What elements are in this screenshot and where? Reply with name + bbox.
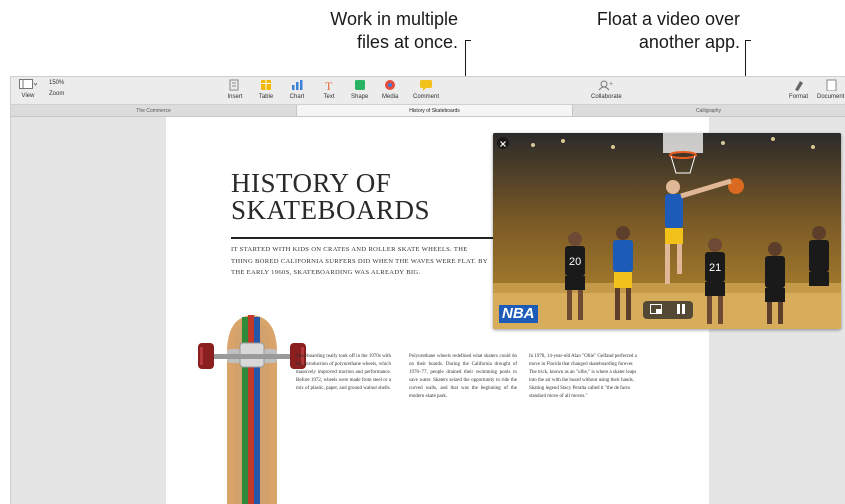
collaborate-button[interactable]: + Collaborate	[591, 79, 622, 100]
callout-line-2: files at once.	[356, 32, 458, 52]
zoom-button[interactable]: 150% Zoom	[49, 79, 64, 97]
chart-label: Chart	[289, 94, 305, 100]
tab-calligraphy[interactable]: Calligraphy	[571, 105, 845, 116]
article-column-2: Polyurethane wheels redefined what skate…	[409, 354, 517, 399]
view-label: View	[21, 93, 35, 99]
toolbar: View 150% Zoom Insert Table Chart T Text…	[11, 77, 845, 105]
comment-label: Comment	[413, 94, 440, 100]
picture-in-picture-video[interactable]: 20 21 NBA	[493, 133, 841, 329]
tab-the-commerce[interactable]: The Commerce	[11, 105, 296, 116]
pip-button[interactable]	[650, 301, 662, 319]
comment-icon	[420, 80, 432, 91]
pause-icon	[677, 304, 685, 314]
chart-icon	[292, 80, 303, 90]
media-label: Media	[382, 94, 399, 100]
title-line-1: HISTORY OF	[231, 168, 392, 198]
page-title: HISTORY OF SKATEBOARDS	[231, 170, 430, 224]
pause-button[interactable]	[676, 301, 686, 319]
zoom-value: 150%	[49, 80, 65, 86]
format-label: Format	[789, 94, 809, 100]
shape-icon	[354, 80, 365, 90]
format-button[interactable]: Format	[789, 79, 808, 100]
svg-text:+: +	[609, 81, 613, 88]
comment-button[interactable]: Comment	[413, 79, 439, 100]
insert-button[interactable]: Insert	[227, 79, 243, 100]
nba-logo: NBA	[499, 305, 538, 323]
table-icon	[261, 80, 271, 90]
text-button[interactable]: T Text	[321, 79, 337, 100]
close-video-button[interactable]	[497, 137, 509, 149]
close-icon	[500, 141, 506, 147]
svg-text:T: T	[325, 79, 333, 91]
skateboard-image	[198, 315, 306, 504]
insert-icon	[229, 79, 239, 91]
view-button[interactable]: View	[19, 79, 37, 99]
collaborate-label: Collaborate	[591, 94, 622, 100]
callout-float-video: Float a video over another app.	[545, 8, 740, 54]
chart-button[interactable]: Chart	[289, 79, 305, 100]
format-icon	[794, 81, 803, 91]
intro-paragraph: IT STARTED WITH KIDS ON CRATES AND ROLLE…	[231, 246, 488, 276]
document-button[interactable]: Document	[817, 79, 844, 100]
text-icon: T	[325, 79, 333, 91]
article-column-3: In 1978, 14-year-old Alan "Ollie" Gelfan…	[529, 354, 637, 399]
pip-controls	[643, 301, 693, 319]
media-button[interactable]: Media	[382, 79, 398, 100]
title-line-2: SKATEBOARDS	[231, 195, 431, 225]
title-divider	[231, 237, 506, 239]
shape-button[interactable]: Shape	[351, 79, 368, 100]
document-icon	[826, 79, 837, 91]
zoom-label: Zoom	[49, 91, 65, 97]
tab-history-of-skateboards[interactable]: History of Skateboards	[296, 105, 573, 116]
callout-line-1: Float a video over	[596, 9, 740, 29]
shape-label: Shape	[351, 94, 369, 100]
basketball-game-frame: 20 21	[493, 133, 841, 329]
pip-icon	[650, 304, 662, 314]
table-button[interactable]: Table	[258, 79, 274, 100]
collaborate-icon: +	[598, 80, 613, 91]
jersey-number-20: 20	[569, 256, 581, 268]
table-label: Table	[258, 94, 274, 100]
callout-line-2: another app.	[638, 32, 740, 52]
callout-multiple-files: Work in multiple files at once.	[288, 8, 458, 54]
document-label: Document	[817, 94, 845, 100]
jersey-number-21: 21	[709, 262, 721, 274]
sidebar-icon	[19, 79, 37, 89]
insert-label: Insert	[227, 94, 243, 100]
text-label: Text	[323, 94, 335, 100]
tab-bar: The Commerce History of Skateboards Call…	[11, 105, 845, 117]
article-column-1: Skateboarding really took off in the 197…	[296, 354, 391, 391]
media-icon	[385, 80, 396, 90]
callout-line-1: Work in multiple	[330, 9, 458, 29]
